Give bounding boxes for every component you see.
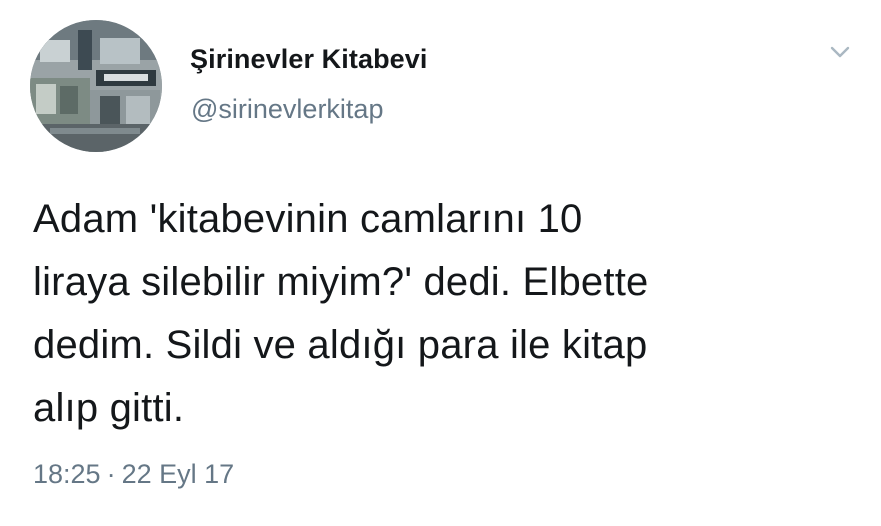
tweet-text-line: alıp gitti.	[33, 386, 185, 430]
tweet-text-line: liraya silebilir miyim?' dedi. Elbette	[33, 260, 649, 304]
tweet-date: 22 Eyl 17	[121, 459, 235, 489]
author-handle[interactable]: @sirinevlerkitap	[191, 94, 383, 125]
tweet-text-line: Adam 'kitabevinin camlarını 10	[33, 197, 583, 241]
chevron-down-icon	[830, 46, 850, 58]
tweet-timestamp[interactable]: 18:25 · 22 Eyl 17	[33, 459, 234, 490]
avatar[interactable]	[30, 20, 162, 152]
tweet-text: Adam 'kitabevinin camlarını 10 liraya si…	[33, 188, 863, 440]
author-display-name[interactable]: Şirinevler Kitabevi	[190, 44, 428, 75]
tweet-text-line: dedim. Sildi ve aldığı para ile kitap	[33, 323, 648, 367]
tweet-time: 18:25	[33, 459, 101, 489]
tweet-menu-button[interactable]	[826, 40, 854, 64]
timestamp-separator: ·	[106, 459, 116, 489]
avatar-storefront-image	[30, 20, 162, 152]
tweet-card: Şirinevler Kitabevi @sirinevlerkitap Ada…	[0, 0, 881, 526]
